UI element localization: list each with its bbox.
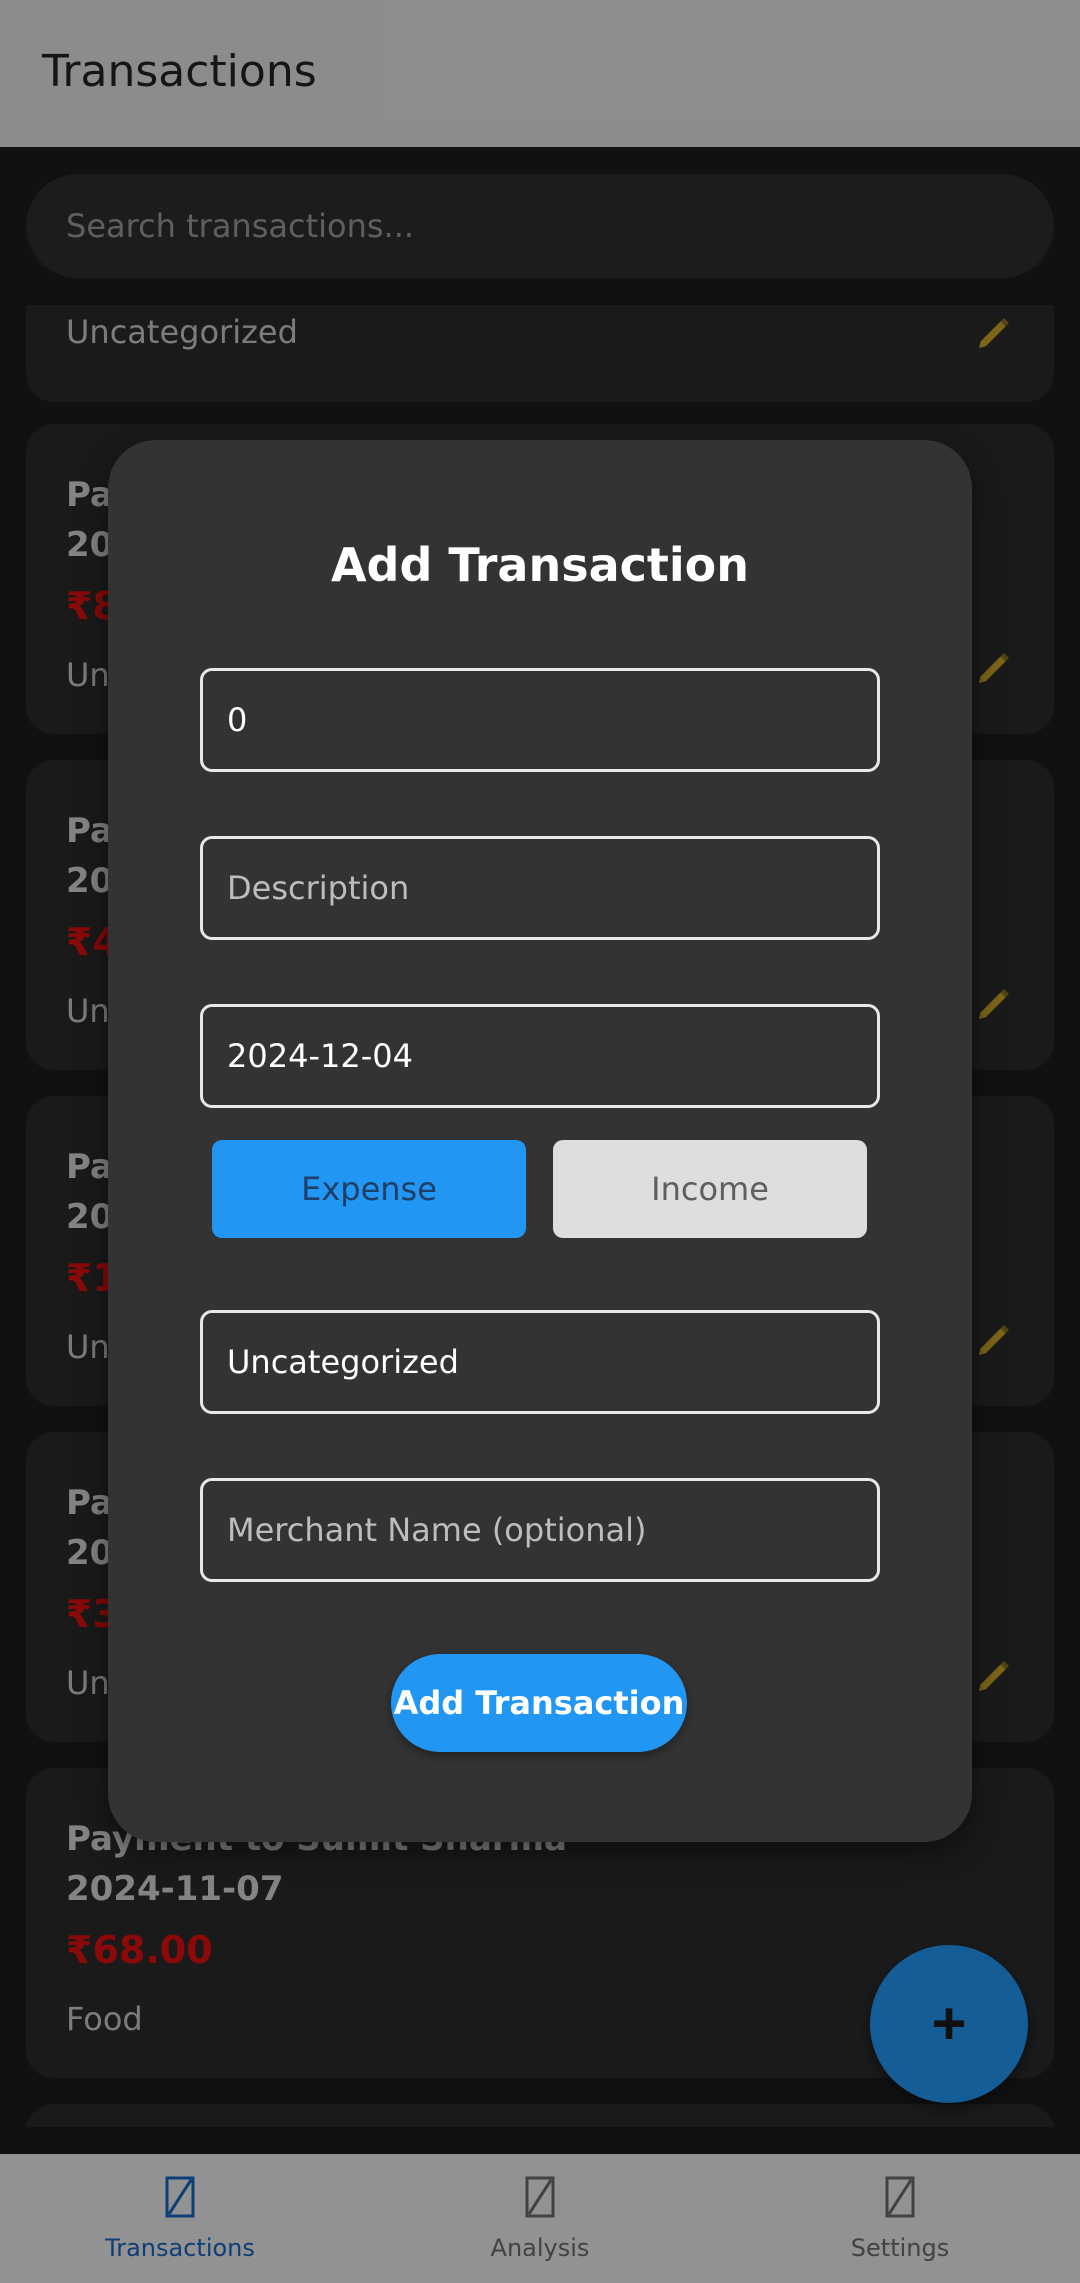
date-field[interactable] [200, 1004, 880, 1108]
income-button[interactable]: Income [553, 1140, 867, 1238]
merchant-field[interactable] [200, 1478, 880, 1582]
category-input[interactable] [203, 1313, 877, 1411]
add-transaction-button[interactable]: Add Transaction [391, 1654, 687, 1752]
description-field[interactable] [200, 836, 880, 940]
expense-button[interactable]: Expense [212, 1140, 526, 1238]
amount-field[interactable] [200, 668, 880, 772]
description-input[interactable] [203, 839, 877, 937]
date-input[interactable] [203, 1007, 877, 1105]
category-field[interactable] [200, 1310, 880, 1414]
amount-input[interactable] [203, 671, 877, 769]
add-transaction-dialog: Add Transaction Expense Income Add Trans… [108, 440, 972, 1842]
dialog-title: Add Transaction [330, 538, 750, 592]
merchant-input[interactable] [203, 1481, 877, 1579]
